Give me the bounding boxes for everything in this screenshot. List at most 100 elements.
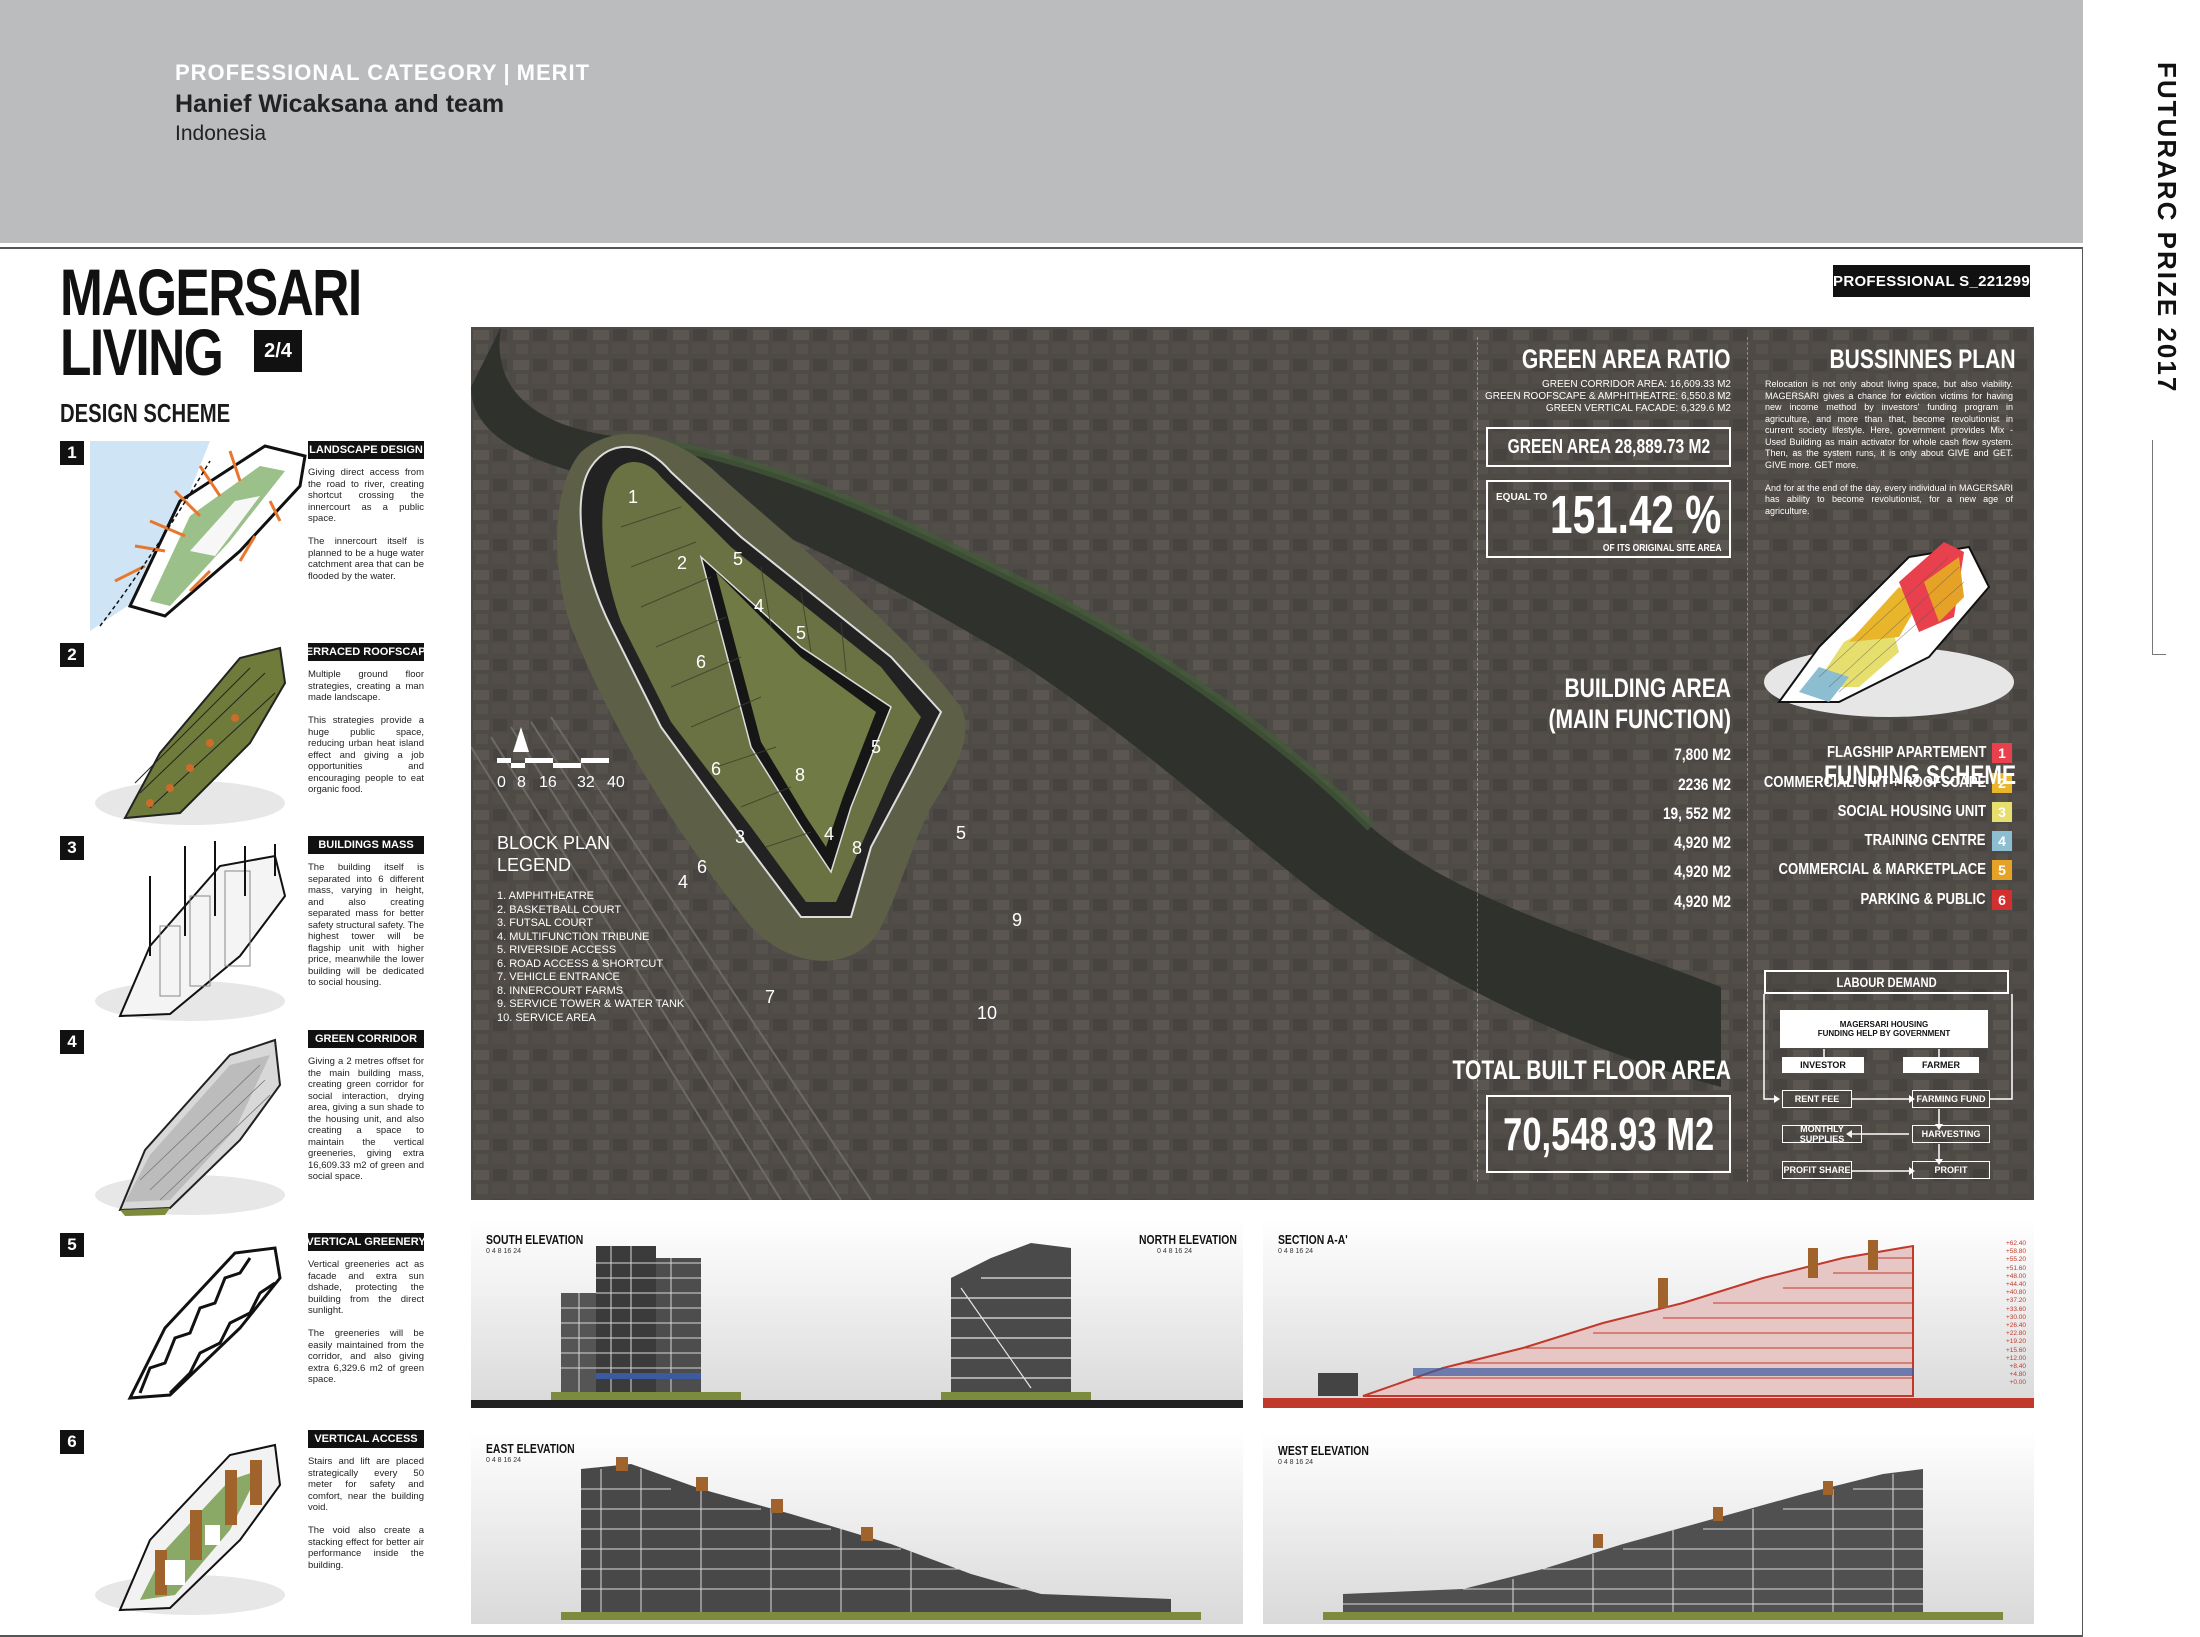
scale-label: 32 bbox=[577, 774, 595, 791]
step-label: GREEN CORRIDOR bbox=[308, 1030, 424, 1048]
function-row: COMMERCIAL & MARKETPLACE 5 bbox=[1733, 860, 2012, 880]
green-ratio-note: OF ITS ORIGINAL SITE AREA bbox=[1602, 543, 1721, 554]
plan-number: 2 bbox=[677, 553, 688, 573]
level-marker: +4.80 bbox=[2009, 1371, 2026, 1379]
green-area-line: GREEN CORRIDOR AREA: 16,609.33 M2 bbox=[1542, 379, 1731, 390]
prize-title: FUTURARC PRIZE 2017 bbox=[2152, 62, 2182, 394]
step-number: 3 bbox=[60, 836, 84, 860]
block-plan-legend: 1. AMPHITHEATRE 2. BASKETBALL COURT 3. F… bbox=[497, 890, 684, 1025]
level-marker: +48.00 bbox=[2005, 1272, 2026, 1280]
category-line: PROFESSIONAL CATEGORY | MERIT bbox=[175, 60, 590, 86]
scheme-step-1: 1 LANDSCAPE DESIGN Giving direct access … bbox=[60, 441, 430, 631]
plan-number: 5 bbox=[956, 823, 967, 843]
level-marker: +37.20 bbox=[2005, 1297, 2026, 1305]
entry-code: PROFESSIONAL S_221299 bbox=[1833, 265, 2030, 297]
green-corridor-diagram bbox=[95, 1038, 285, 1216]
category-label: PROFESSIONAL CATEGORY bbox=[175, 60, 498, 85]
scheme-step-3: 3 BUILDINGS MASS The building itself is … bbox=[60, 836, 430, 1026]
equal-to-label: EQUAL TO bbox=[1496, 492, 1548, 503]
plan-number: 8 bbox=[795, 765, 806, 785]
legend-title-line1: BLOCK PLAN bbox=[497, 833, 611, 853]
west-elevation-drawing bbox=[1323, 1469, 2003, 1620]
function-swatch: 4 bbox=[1992, 831, 2012, 851]
legend-item: 1. AMPHITHEATRE bbox=[497, 890, 594, 902]
housing-line2: FUNDING HELP BY GOVERNMENT bbox=[1817, 1029, 1951, 1038]
profit-box: PROFIT bbox=[1912, 1161, 1990, 1179]
prize-rule-tick bbox=[2152, 654, 2166, 655]
area-value: 4,920 M2 bbox=[1674, 892, 1731, 911]
scale-label: 8 bbox=[517, 774, 526, 791]
level-marker: +8.40 bbox=[2009, 1363, 2026, 1371]
area-value: 2236 M2 bbox=[1678, 775, 1731, 794]
step-label: BUILDINGS MASS bbox=[308, 836, 424, 854]
area-value: 4,920 M2 bbox=[1674, 862, 1731, 881]
green-area-total-box: GREEN AREA 28,889.73 M2 bbox=[1486, 427, 1731, 467]
scheme-step-5: 5 VERTICAL GREENERY Vertical greeneries … bbox=[60, 1233, 430, 1423]
farming-fund-box: FARMING FUND bbox=[1912, 1090, 1990, 1108]
plan-number: 4 bbox=[754, 596, 765, 616]
step-description: Multiple ground floor strategies, creati… bbox=[308, 669, 424, 795]
section-panel: SECTION A-A' 0 4 8 16 24 +62.40 +58.80 +… bbox=[1263, 1218, 2034, 1408]
step-label: VERTICAL GREENERY bbox=[306, 1233, 426, 1251]
function-row: TRAINING CENTRE 4 bbox=[1838, 831, 2012, 851]
area-value: 19, 552 M2 bbox=[1662, 804, 1731, 823]
east-elevation-drawing bbox=[561, 1457, 1201, 1620]
building-area-title: BUILDING AREA (MAIN FUNCTION) bbox=[1549, 673, 1731, 735]
step-number: 1 bbox=[60, 441, 84, 465]
plan-number: 6 bbox=[697, 857, 708, 877]
legend-item: 4. MULTIFUNCTION TRIBUNE bbox=[497, 930, 650, 943]
labour-demand-label: LABOUR DEMAND bbox=[1836, 974, 1937, 990]
step-description: Giving a 2 metres offset for the main bu… bbox=[308, 1056, 424, 1182]
legend-item: 5. RIVERSIDE ACCESS bbox=[497, 944, 617, 956]
function-row: PARKING & PUBLIC 6 bbox=[1833, 890, 2012, 910]
step-label: VERTICAL ACCESS bbox=[308, 1430, 424, 1448]
block-plan-panel: 0 8 16 32 40 BLOCK PLAN LEGEND 1. AMPHIT… bbox=[471, 327, 2034, 1200]
plan-number: 7 bbox=[765, 987, 776, 1007]
scheme-step-6: 6 VERTICAL ACCESS Stairs and lift are pl… bbox=[60, 1430, 430, 1620]
legend-item: 3. FUTSAL COURT bbox=[497, 917, 593, 929]
step-number: 6 bbox=[60, 1430, 84, 1454]
category-separator: | bbox=[503, 60, 511, 85]
green-ratio-value: 151.42 % bbox=[1549, 485, 1721, 545]
prize-rule bbox=[2152, 440, 2153, 655]
block-plan-legend-title: BLOCK PLAN LEGEND bbox=[497, 832, 610, 876]
scale-label: 16 bbox=[539, 774, 557, 791]
buildings-mass-diagram bbox=[95, 841, 287, 1021]
plan-number: 6 bbox=[711, 759, 722, 779]
scale-label: 0 bbox=[497, 774, 506, 791]
scheme-step-4: 4 GREEN CORRIDOR Giving a 2 metres offse… bbox=[60, 1030, 430, 1220]
function-label: PARKING & PUBLIC bbox=[1860, 891, 1986, 908]
business-plan-text: Relocation is not only about living spac… bbox=[1765, 379, 2013, 516]
investor-box: INVESTOR bbox=[1782, 1057, 1864, 1073]
plan-number: 6 bbox=[696, 652, 707, 672]
green-area-total: GREEN AREA 28,889.73 M2 bbox=[1507, 435, 1710, 458]
author-name: Hanief Wicaksana and team bbox=[175, 90, 505, 118]
business-plan-title: BUSSINNES PLAN bbox=[1829, 344, 2016, 374]
design-scheme-title: DESIGN SCHEME bbox=[60, 398, 231, 428]
header-band: PROFESSIONAL CATEGORY | MERIT Hanief Wicak… bbox=[0, 0, 2083, 243]
plan-number: 9 bbox=[1012, 910, 1023, 930]
divider bbox=[1747, 337, 1749, 1182]
green-area-line: GREEN ROOFSCAPE & AMPHITHEATRE: 6,550.8 … bbox=[1485, 391, 1731, 402]
legend-item: 10. SERVICE AREA bbox=[497, 1011, 596, 1024]
scale-bar bbox=[497, 758, 609, 768]
legend-item: 7. VEHICLE ENTRANCE bbox=[497, 971, 620, 983]
project-title-line2: LIVING bbox=[60, 315, 224, 389]
legend-item: 9. SERVICE TOWER & WATER TANK bbox=[497, 998, 685, 1010]
funding-scheme-title: FUNDING SCHEME bbox=[1824, 760, 2016, 790]
step-description: The building itself is separated into 6 … bbox=[308, 862, 424, 988]
legend-item: 8. INNERCOURT FARMS bbox=[497, 984, 624, 997]
function-label: TRAINING CENTRE bbox=[1864, 832, 1986, 849]
level-marker: +0.00 bbox=[2009, 1379, 2026, 1387]
magersari-housing-box: MAGERSARI HOUSING FUNDING HELP BY GOVERN… bbox=[1780, 1010, 1988, 1048]
level-marker: +12.00 bbox=[2005, 1354, 2026, 1362]
total-floor-box: 70,548.93 M2 bbox=[1486, 1095, 1731, 1173]
step-number: 5 bbox=[60, 1233, 84, 1257]
step-description: Giving direct access from the road to ri… bbox=[308, 467, 424, 582]
step-number: 2 bbox=[60, 643, 84, 667]
level-marker: +22.80 bbox=[2005, 1330, 2026, 1338]
plan-number: 4 bbox=[824, 824, 835, 844]
area-value: 7,800 M2 bbox=[1674, 745, 1731, 764]
landscape-diagram bbox=[90, 441, 307, 631]
plan-number: 5 bbox=[733, 549, 744, 569]
